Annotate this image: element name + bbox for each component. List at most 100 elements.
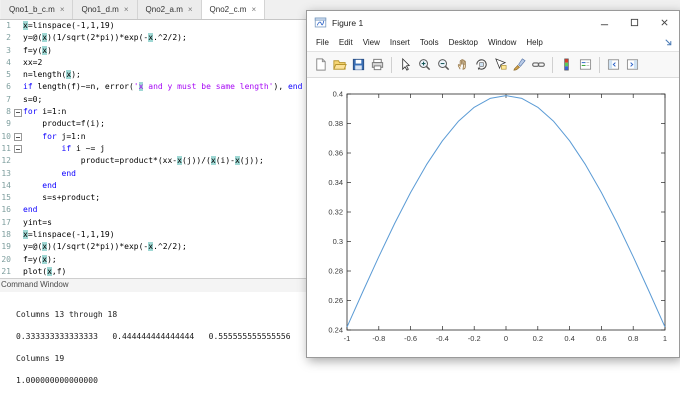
code-text: product=f(i); — [23, 119, 105, 129]
line-number: 12 — [1, 156, 11, 166]
tab-label: Qno2_a.m — [145, 5, 183, 14]
minimize-button[interactable] — [589, 11, 619, 34]
y-tick-label: 0.32 — [328, 207, 343, 216]
insert-colorbar-icon[interactable] — [558, 56, 575, 73]
line-number: 11 — [1, 143, 11, 153]
open-file-icon[interactable] — [331, 56, 348, 73]
line-number: 13 — [1, 168, 11, 178]
code-text: if length(f)~=n, error('x and y must be … — [23, 82, 303, 92]
figure-icon — [314, 16, 327, 29]
figure-title: Figure 1 — [332, 17, 364, 28]
fold-gutter — [13, 229, 23, 241]
code-text: s=s+product; — [23, 193, 101, 203]
editor-tab-Qno2_c.m[interactable]: Qno2_c.m × — [201, 0, 266, 19]
line-number: 1 — [6, 21, 11, 30]
line-number: 6 — [6, 82, 11, 92]
menu-file[interactable]: File — [311, 38, 334, 47]
pan-icon[interactable] — [454, 56, 471, 73]
menu-insert[interactable]: Insert — [385, 38, 415, 47]
link-plot-icon[interactable] — [530, 56, 547, 73]
dock-figure-icon[interactable] — [663, 37, 674, 48]
line-number: 18 — [1, 230, 11, 240]
figure-canvas: -1 -0.8 -0.6 -0.4 -0.2 0 0.2 0.4 0.6 0.8 1 0.24 0.26… — [307, 78, 679, 357]
code-text: for i=1:n — [23, 107, 67, 117]
x-tick-label: -0.2 — [468, 334, 481, 343]
y-tick-label: 0.4 — [333, 89, 343, 98]
editor-tab-Qno1_b_c.m[interactable]: Qno1_b_c.m × — [1, 0, 74, 19]
x-tick-label: -0.4 — [436, 334, 449, 343]
save-figure-icon[interactable] — [350, 56, 367, 73]
matlab-desktop: Qno1_b_c.m × Qno1_d.m × Qno2_a.m × Qno2_c.m × 1… — [0, 0, 680, 401]
fold-gutter — [13, 45, 23, 57]
code-fold-icon[interactable] — [13, 131, 23, 143]
line-number: 20 — [1, 254, 11, 264]
code-fold-icon[interactable] — [13, 143, 23, 155]
close-button[interactable] — [649, 11, 679, 34]
brush-icon[interactable] — [511, 56, 528, 73]
menu-tools[interactable]: Tools — [415, 38, 444, 47]
fold-gutter — [13, 254, 23, 266]
figure-window: Figure 1 File Edit View Insert Tools Desktop W… — [306, 10, 680, 358]
menu-help[interactable]: Help — [521, 38, 547, 47]
y-tick-label: 0.24 — [328, 325, 343, 334]
fold-gutter — [13, 118, 23, 130]
fold-gutter — [13, 32, 23, 44]
x-tick-label: -1 — [344, 334, 351, 343]
toolbar-separator — [552, 56, 553, 73]
y-tick-label: 0.34 — [328, 178, 343, 187]
line-number: 9 — [6, 119, 11, 129]
line-number: 10 — [1, 131, 11, 141]
fold-gutter — [13, 192, 23, 204]
tab-close-icon[interactable]: × — [60, 5, 65, 14]
show-plot-tools-icon[interactable] — [624, 56, 641, 73]
figure-titlebar[interactable]: Figure 1 — [307, 11, 679, 34]
figure-toolbar — [307, 51, 679, 78]
x-tick-label: -0.8 — [372, 334, 385, 343]
edit-plot-icon[interactable] — [397, 56, 414, 73]
code-text: for j=1:n — [42, 131, 86, 141]
data-cursor-icon[interactable] — [492, 56, 509, 73]
zoom-out-icon[interactable] — [435, 56, 452, 73]
menu-edit[interactable]: Edit — [334, 38, 358, 47]
code-text: yint=s — [23, 217, 52, 227]
code-text: product=product*(xx-x(j))/(x(i)-x(j)); — [23, 156, 264, 166]
line-number: 17 — [1, 217, 11, 227]
line-number: 14 — [1, 180, 11, 190]
editor-tab-Qno1_d.m[interactable]: Qno1_d.m × — [73, 0, 138, 19]
editor-tab-Qno2_a.m[interactable]: Qno2_a.m × — [137, 0, 202, 19]
y-tick-label: 0.3 — [333, 237, 343, 246]
new-figure-icon[interactable] — [312, 56, 329, 73]
fold-gutter — [13, 69, 23, 81]
line-number: 4 — [6, 57, 11, 67]
code-text: plot(x,f) — [23, 266, 67, 276]
tab-close-icon[interactable]: × — [251, 5, 256, 14]
print-figure-icon[interactable] — [369, 56, 386, 73]
line-number: 2 — [6, 33, 11, 43]
code-text: f=y(x); — [23, 254, 57, 264]
code-text: if i ~= j — [61, 143, 105, 153]
rotate-3d-icon[interactable] — [473, 56, 490, 73]
tab-close-icon[interactable]: × — [188, 5, 193, 14]
x-tick-label: 0.8 — [628, 334, 638, 343]
code-text: end — [61, 168, 76, 178]
code-text: xx=2 — [23, 57, 43, 67]
toolbar-separator — [599, 56, 600, 73]
code-fold-icon[interactable] — [13, 106, 23, 118]
menu-window[interactable]: Window — [483, 38, 521, 47]
line-number: 3 — [6, 45, 11, 55]
tab-label: Qno1_b_c.m — [9, 5, 55, 14]
hide-plot-tools-icon[interactable] — [605, 56, 622, 73]
insert-legend-icon[interactable] — [577, 56, 594, 73]
menu-desktop[interactable]: Desktop — [444, 38, 483, 47]
menu-view[interactable]: View — [358, 38, 385, 47]
tab-close-icon[interactable]: × — [124, 5, 129, 14]
line-number: 5 — [6, 70, 11, 80]
x-tick-label: 1 — [663, 334, 667, 343]
line-number: 16 — [1, 205, 11, 215]
figure-plot-svg[interactable]: -1 -0.8 -0.6 -0.4 -0.2 0 0.2 0.4 0.6 0.8 1 0.24 0.26… — [311, 82, 675, 354]
maximize-button[interactable] — [619, 11, 649, 34]
code-text: y=@(x)(1/sqrt(2*pi))*exp(-x.^2/2); — [23, 242, 187, 252]
zoom-in-icon[interactable] — [416, 56, 433, 73]
line-number: 19 — [1, 242, 11, 252]
